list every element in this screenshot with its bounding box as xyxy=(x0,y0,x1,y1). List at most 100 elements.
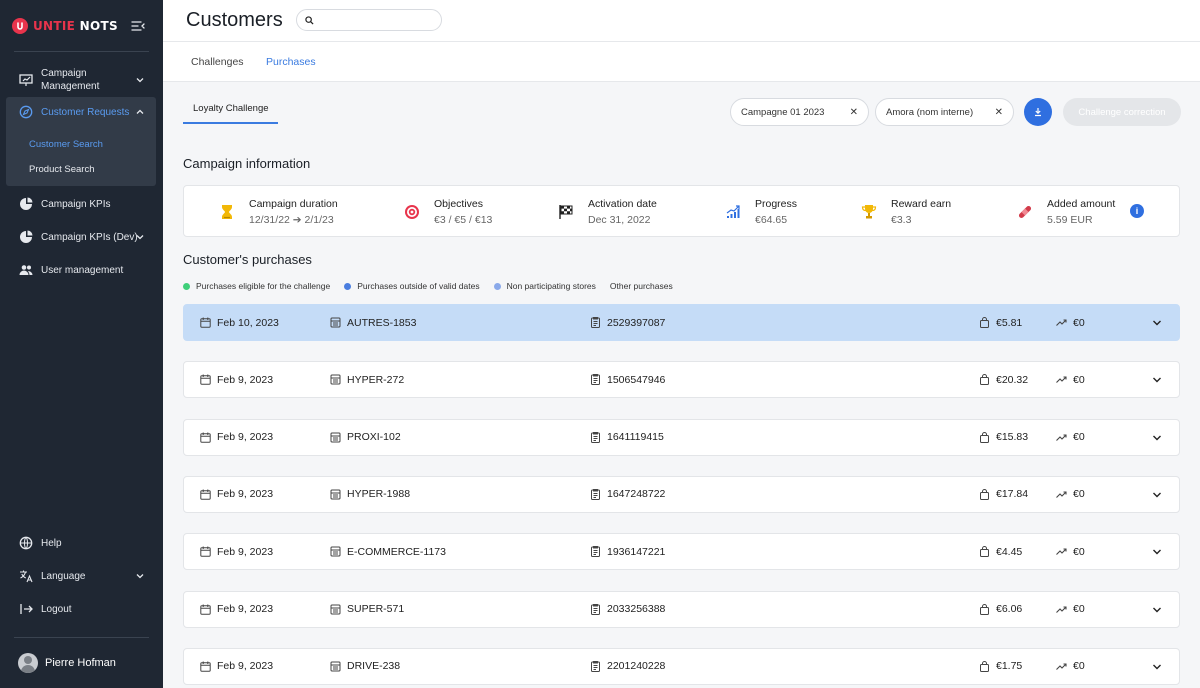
logo-mark-icon xyxy=(12,18,28,34)
pie-chart-icon xyxy=(20,197,33,210)
sidebar-item-label: Customer Requests xyxy=(41,106,130,118)
info-label: Progress xyxy=(755,198,798,210)
chevron-down-icon[interactable] xyxy=(1152,547,1162,557)
purchase-gain: €0 xyxy=(1056,420,1085,455)
purchase-amount-text: €20.32 xyxy=(996,373,1029,386)
purchase-date: Feb 9, 2023 xyxy=(200,592,273,627)
purchase-row[interactable]: Feb 9, 2023 DRIVE-238 2201240228 €1.75 €0 xyxy=(183,647,1180,685)
purchase-amount: €17.84 xyxy=(979,477,1028,512)
calendar-icon xyxy=(200,317,211,328)
brand-logo[interactable]: UNTIE NOTS xyxy=(12,18,118,34)
purchase-date-text: Feb 9, 2023 xyxy=(217,373,274,386)
chevron-down-icon[interactable] xyxy=(1152,375,1162,385)
trend-up-icon xyxy=(1056,605,1067,613)
purchase-receipt-text: 1506547946 xyxy=(607,373,666,386)
sidebar-item-campaign-management[interactable]: Campaign Management xyxy=(6,68,156,92)
purchase-row[interactable]: Feb 9, 2023 HYPER-272 1506547946 €20.32 €0 xyxy=(183,361,1180,399)
chevron-down-icon xyxy=(136,574,144,579)
store-icon xyxy=(330,432,341,443)
presentation-chart-icon xyxy=(19,74,33,86)
purchase-gain-text: €0 xyxy=(1073,373,1085,386)
purchase-date: Feb 9, 2023 xyxy=(200,534,273,569)
sidebar-item-logout[interactable]: Logout xyxy=(6,602,156,616)
close-icon[interactable]: ✕ xyxy=(850,107,858,118)
calendar-icon xyxy=(200,489,211,500)
info-icon[interactable]: i xyxy=(1130,204,1144,218)
receipt-icon xyxy=(591,660,600,672)
chevron-down-icon xyxy=(136,78,144,83)
purchase-gain: €0 xyxy=(1056,534,1085,569)
chevron-down-icon[interactable] xyxy=(1152,662,1162,672)
chevron-down-icon[interactable] xyxy=(1152,318,1162,328)
sidebar-item-help[interactable]: Help xyxy=(6,536,156,550)
info-label: Objectives xyxy=(434,198,484,210)
purchase-store: HYPER-1988 xyxy=(330,477,410,512)
sidebar-item-campaign-kpis-dev[interactable]: Campaign KPIs (Dev) xyxy=(6,230,156,244)
campaign-filter-chip[interactable]: Campagne 01 2023 ✕ xyxy=(730,98,869,126)
info-label: Added amount xyxy=(1047,198,1116,210)
purchase-receipt: 1936147221 xyxy=(590,534,665,569)
collapse-menu-icon[interactable] xyxy=(131,19,145,33)
bandage-icon xyxy=(1018,205,1032,219)
purchase-store-text: E-COMMERCE-1173 xyxy=(347,545,446,558)
info-label: Activation date xyxy=(588,198,657,210)
tab-purchases[interactable]: Purchases xyxy=(266,56,316,68)
receipt-icon xyxy=(591,431,600,443)
store-icon xyxy=(330,317,341,328)
campaign-info-card: Campaign duration 12/31/22 ➔ 2/1/23 Objec… xyxy=(183,185,1180,237)
purchase-amount: €5.81 xyxy=(979,305,1022,340)
sidebar-item-label: Help xyxy=(41,537,62,549)
purchase-amount: €15.83 xyxy=(979,420,1028,455)
chevron-down-icon[interactable] xyxy=(1152,433,1162,443)
sidebar-item-label: Campaign KPIs (Dev) xyxy=(41,231,138,243)
info-activation-date: Activation date Dec 31, 2022 xyxy=(558,186,657,238)
purchase-date: Feb 9, 2023 xyxy=(200,420,273,455)
chevron-down-icon[interactable] xyxy=(1152,490,1162,500)
purchase-amount: €20.32 xyxy=(979,362,1028,397)
sidebar-item-language[interactable]: Language xyxy=(6,569,156,583)
tab-loyalty-challenge[interactable]: Loyalty Challenge xyxy=(183,97,278,124)
compass-icon xyxy=(19,105,33,119)
chevron-down-icon[interactable] xyxy=(1152,605,1162,615)
receipt-icon xyxy=(591,374,600,386)
challenge-correction-button[interactable]: Challenge correction xyxy=(1063,98,1181,126)
purchase-amount-text: €1.75 xyxy=(996,660,1023,673)
purchase-receipt-text: 1647248722 xyxy=(607,488,666,501)
legend-item: Non participating stores xyxy=(493,281,596,291)
purchase-store-text: DRIVE-238 xyxy=(347,660,401,673)
search-input[interactable] xyxy=(317,12,437,28)
purchase-receipt-text: 2201240228 xyxy=(607,660,666,673)
search-box[interactable] xyxy=(296,9,442,31)
purchase-row[interactable]: Feb 10, 2023 AUTRES-1853 2529397087 €5.81 €0 xyxy=(183,304,1180,341)
purchase-store: HYPER-272 xyxy=(330,362,404,397)
tab-challenges[interactable]: Challenges xyxy=(191,56,244,68)
purchase-row[interactable]: Feb 9, 2023 SUPER-571 2033256388 €6.06 €0 xyxy=(183,590,1180,628)
purchase-store: E-COMMERCE-1173 xyxy=(330,534,446,569)
sidebar-subitem-customer-search[interactable]: Customer Search xyxy=(29,139,103,150)
info-label: Campaign duration xyxy=(249,198,338,210)
purchases-legend: Purchases eligible for the challenge Pur… xyxy=(183,281,687,291)
shopping-bag-icon xyxy=(980,317,989,328)
sidebar-subitem-product-search[interactable]: Product Search xyxy=(29,164,94,175)
purchase-date-text: Feb 9, 2023 xyxy=(217,431,274,444)
sidebar-item-label: Campaign KPIs xyxy=(41,198,111,210)
close-icon[interactable]: ✕ xyxy=(995,107,1003,118)
brand-filter-chip[interactable]: Amora (nom interne) ✕ xyxy=(875,98,1014,126)
sidebar-item-label: Campaign Management xyxy=(41,68,100,92)
download-button[interactable] xyxy=(1024,98,1052,126)
sidebar-divider xyxy=(14,637,149,638)
sidebar-item-user-management[interactable]: User management xyxy=(6,263,156,277)
sidebar-item-customer-requests[interactable]: Customer Requests xyxy=(6,105,156,119)
purchase-row[interactable]: Feb 9, 2023 HYPER-1988 1647248722 €17.84 €0 xyxy=(183,475,1180,513)
trend-up-icon xyxy=(1056,663,1067,670)
purchase-store-text: AUTRES-1853 xyxy=(347,316,417,329)
info-label: Reward earn xyxy=(891,198,952,210)
purchase-row[interactable]: Feb 9, 2023 E-COMMERCE-1173 1936147221 €4.4… xyxy=(183,533,1180,571)
purchase-store: DRIVE-238 xyxy=(330,649,400,684)
sidebar-item-campaign-kpis[interactable]: Campaign KPIs xyxy=(6,197,156,211)
store-icon xyxy=(330,374,341,385)
user-profile[interactable]: Pierre Hofman xyxy=(18,653,116,673)
brand-name: UNTIE NOTS xyxy=(33,19,118,33)
purchase-row[interactable]: Feb 9, 2023 PROXI-102 1641119415 €15.83 €0 xyxy=(183,418,1180,456)
trend-up-icon xyxy=(1056,434,1067,441)
